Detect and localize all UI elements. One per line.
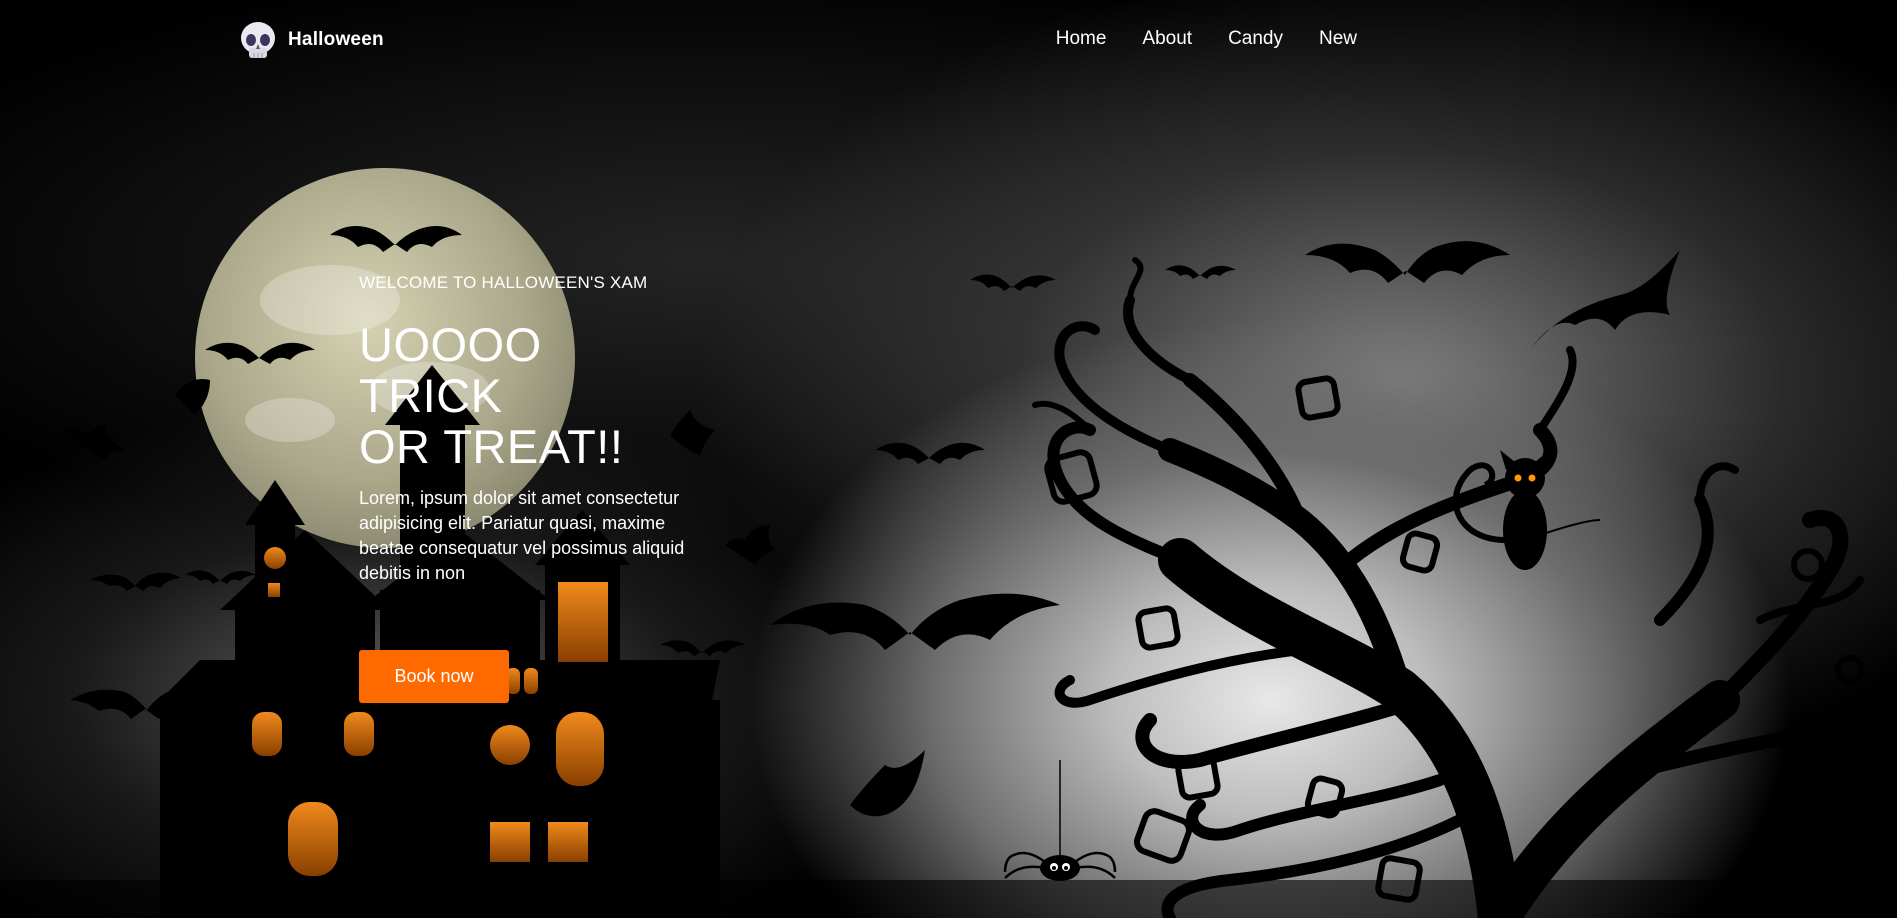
nav-link-about[interactable]: About — [1142, 28, 1192, 50]
hero-description: Lorem, ipsum dolor sit amet consectetur … — [359, 488, 685, 583]
hero-title-line2: OR TREAT!! — [359, 420, 624, 473]
nav-link-home[interactable]: Home — [1056, 28, 1107, 50]
hero-content: WELCOME TO HALLOWEEN'S XAM UOOOO TRICK O… — [359, 273, 689, 703]
hero-section: Halloween Home About Candy New WELCOME T… — [0, 0, 1897, 918]
hero-kicker: WELCOME TO HALLOWEEN'S XAM — [359, 273, 648, 292]
dead-tree — [1032, 257, 1864, 918]
logo[interactable]: Halloween — [238, 20, 384, 60]
spider — [1003, 760, 1117, 881]
main-menu: Home About Candy New — [1056, 28, 1357, 50]
book-now-button[interactable]: Book now — [359, 650, 509, 703]
halloween-illustration — [0, 168, 1897, 918]
logo-text: Halloween — [288, 29, 384, 50]
nav-link-candy[interactable]: Candy — [1228, 28, 1283, 50]
black-cat — [1452, 450, 1601, 570]
nav-link-new[interactable]: New — [1319, 28, 1357, 50]
top-navigation: Halloween Home About Candy New — [0, 0, 1897, 80]
hero-title-line1: UOOOO TRICK — [359, 318, 542, 422]
skull-icon — [241, 22, 275, 58]
hero-title: UOOOO TRICK OR TREAT!! — [359, 319, 689, 472]
